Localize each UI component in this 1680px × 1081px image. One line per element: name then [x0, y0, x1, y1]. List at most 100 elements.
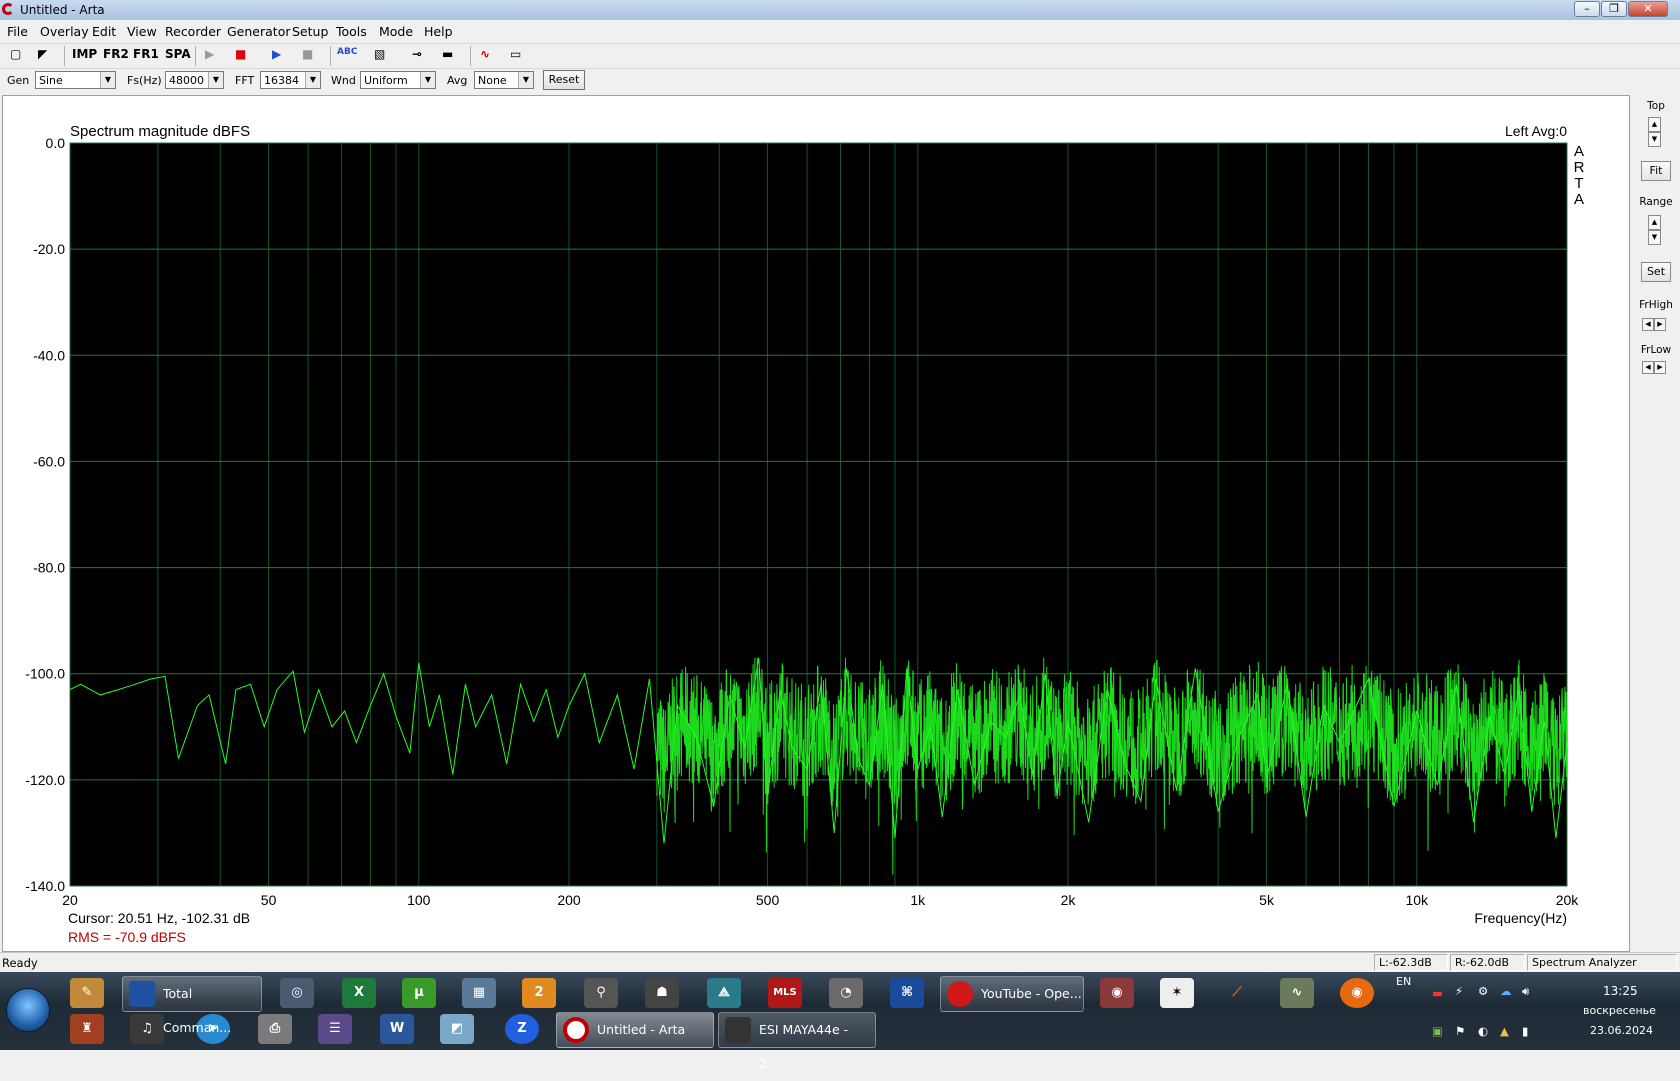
- wave-app-icon[interactable]: ∿: [1280, 978, 1314, 1008]
- firefox-icon[interactable]: ◉: [1340, 978, 1374, 1008]
- tray-esi-icon[interactable]: ◐: [1478, 1024, 1488, 1038]
- range-up-button[interactable]: ▲: [1648, 215, 1661, 230]
- menu-setup[interactable]: Setup: [292, 24, 328, 39]
- menu-tools[interactable]: Tools: [336, 24, 367, 39]
- gen-select[interactable]: Sine ▼: [35, 71, 116, 89]
- chevron-down-icon[interactable]: ▼: [208, 72, 223, 88]
- paint-icon[interactable]: ✎: [70, 978, 104, 1008]
- chevron-down-icon[interactable]: ▼: [100, 72, 115, 88]
- tray-network-icon[interactable]: ⚙: [1478, 984, 1488, 998]
- frhigh-right-button[interactable]: ▶: [1654, 318, 1666, 331]
- frlow-label: FrLow: [1640, 344, 1672, 356]
- mls-app-icon[interactable]: MLS: [768, 978, 802, 1008]
- spa-button[interactable]: SPA: [165, 47, 191, 65]
- pause-icon[interactable]: ■: [302, 47, 313, 65]
- speaker-tool-icon[interactable]: ◉: [1100, 978, 1134, 1008]
- top-down-button[interactable]: ▼: [1648, 132, 1661, 147]
- tray-volume-icon[interactable]: 🔊︎: [1522, 984, 1529, 999]
- frlow-left-button[interactable]: ◀: [1642, 361, 1654, 374]
- tray-usb-icon[interactable]: ⚡: [1455, 984, 1463, 998]
- frlow-right-button[interactable]: ▶: [1654, 361, 1666, 374]
- tray-nvidia-icon[interactable]: ▣: [1432, 1024, 1443, 1038]
- fr1-button[interactable]: FR1: [133, 47, 159, 65]
- menu-mode[interactable]: Mode: [379, 24, 413, 39]
- set-button[interactable]: Set: [1641, 262, 1671, 282]
- task-opera[interactable]: YouTube - Ope...: [940, 976, 1084, 1012]
- notify-app-icon[interactable]: 2: [522, 978, 556, 1008]
- menu-help[interactable]: Help: [424, 24, 453, 39]
- excel-icon[interactable]: X: [342, 978, 376, 1008]
- menu-recorder[interactable]: Recorder: [165, 24, 221, 39]
- frhigh-left-button[interactable]: ◀: [1642, 318, 1654, 331]
- close-button[interactable]: ✕: [1628, 1, 1668, 17]
- maximize-button[interactable]: ❐: [1601, 1, 1627, 17]
- fft-select[interactable]: 16384 ▼: [260, 71, 321, 89]
- hatch-icon[interactable]: ▧: [374, 47, 385, 65]
- mixer-icon[interactable]: ☰: [318, 1014, 352, 1044]
- fs-select[interactable]: 48000 ▼: [165, 71, 224, 89]
- spectrum-graph-panel[interactable]: 0.0 -20.0 -40.0 -60.0 -80.0 -100.0 -120.0 -140.…: [2, 95, 1630, 952]
- gray-icon[interactable]: ▬: [442, 47, 453, 65]
- fit-button[interactable]: Fit: [1641, 161, 1671, 181]
- speaker-app-icon[interactable]: ♫: [130, 1014, 164, 1044]
- stop-icon[interactable]: ■: [235, 47, 246, 65]
- tray-red-icon[interactable]: ▬: [1432, 986, 1443, 1000]
- start-button[interactable]: [6, 988, 50, 1032]
- play-icon[interactable]: ▶: [205, 47, 214, 65]
- fr2-button[interactable]: FR2: [103, 47, 129, 65]
- meter-icon[interactable]: ▭: [510, 47, 521, 65]
- analyzer-app-icon[interactable]: ⟁: [707, 978, 741, 1008]
- menu-edit[interactable]: Edit: [92, 24, 116, 39]
- plugin-icon[interactable]: ✶: [1160, 978, 1194, 1008]
- menu-file[interactable]: File: [7, 24, 28, 39]
- toolbar-separator: [64, 46, 65, 66]
- sketch-icon[interactable]: ◩: [440, 1014, 474, 1044]
- menu-overlay[interactable]: Overlay: [40, 24, 89, 39]
- y-tick-label: -140.0: [25, 878, 65, 894]
- toolbar-separator: [330, 46, 331, 66]
- minimize-button[interactable]: –: [1574, 1, 1600, 17]
- alien-icon[interactable]: ☗: [645, 978, 679, 1008]
- tool-app-icon[interactable]: ⚲: [584, 978, 618, 1008]
- imp-button[interactable]: IMP: [72, 47, 97, 65]
- y-tick-label: -100.0: [25, 666, 65, 682]
- zoom-icon[interactable]: Z: [505, 1014, 539, 1044]
- menu-view[interactable]: View: [127, 24, 157, 39]
- chevron-down-icon[interactable]: ▼: [518, 72, 533, 88]
- calculator-icon[interactable]: ▦: [462, 978, 496, 1008]
- wnd-select[interactable]: Uniform ▼: [360, 71, 436, 89]
- solder-icon[interactable]: ⟋: [1220, 978, 1254, 1008]
- disk-icon[interactable]: ◎: [280, 978, 314, 1008]
- tray-signal-icon[interactable]: ▮: [1522, 1024, 1528, 1038]
- tray-flag-icon[interactable]: ⚑: [1455, 1024, 1465, 1038]
- game-icon[interactable]: ♜: [70, 1014, 104, 1044]
- avg-select[interactable]: None ▼: [474, 71, 534, 89]
- task-arta[interactable]: Untitled - Arta: [556, 1012, 714, 1048]
- spectrum-chart[interactable]: 0.0 -20.0 -40.0 -60.0 -80.0 -100.0 -120.0 -140.…: [3, 96, 1629, 951]
- abc-icon[interactable]: ABC: [337, 47, 357, 65]
- chevron-down-icon[interactable]: ▼: [420, 72, 435, 88]
- task-esi-maya[interactable]: ESI MAYA44e - 2....: [718, 1012, 876, 1071]
- tray-cloud-icon[interactable]: ☁: [1500, 984, 1512, 998]
- range-down-button[interactable]: ▼: [1648, 230, 1661, 245]
- menu-generator[interactable]: Generator: [227, 24, 290, 39]
- open-icon[interactable]: ◤: [38, 47, 47, 65]
- language-indicator[interactable]: EN: [1396, 975, 1411, 988]
- top-up-button[interactable]: ▲: [1648, 117, 1661, 132]
- tray-lock-icon[interactable]: ▲: [1500, 1024, 1509, 1038]
- meter-app-icon[interactable]: ◔: [829, 978, 863, 1008]
- word-icon[interactable]: W: [380, 1014, 414, 1044]
- clock-time[interactable]: 13:25: [1603, 984, 1638, 998]
- network-app-icon[interactable]: ⌘: [890, 978, 924, 1008]
- chevron-down-icon[interactable]: ▼: [305, 72, 320, 88]
- reset-button[interactable]: Reset: [543, 70, 585, 90]
- chart-title: Spectrum magnitude dBFS: [70, 123, 250, 140]
- task-total-commander[interactable]: Total Comman...: [122, 976, 262, 1035]
- scope-icon[interactable]: ∿: [480, 47, 490, 65]
- run-icon[interactable]: ▶: [272, 47, 281, 65]
- new-icon[interactable]: ▢: [10, 47, 21, 65]
- x-tick-label: 50: [261, 892, 277, 908]
- probe-icon[interactable]: ⊸: [412, 47, 422, 65]
- printer-icon[interactable]: ⎙: [258, 1014, 292, 1044]
- utorrent-icon[interactable]: µ: [402, 978, 436, 1008]
